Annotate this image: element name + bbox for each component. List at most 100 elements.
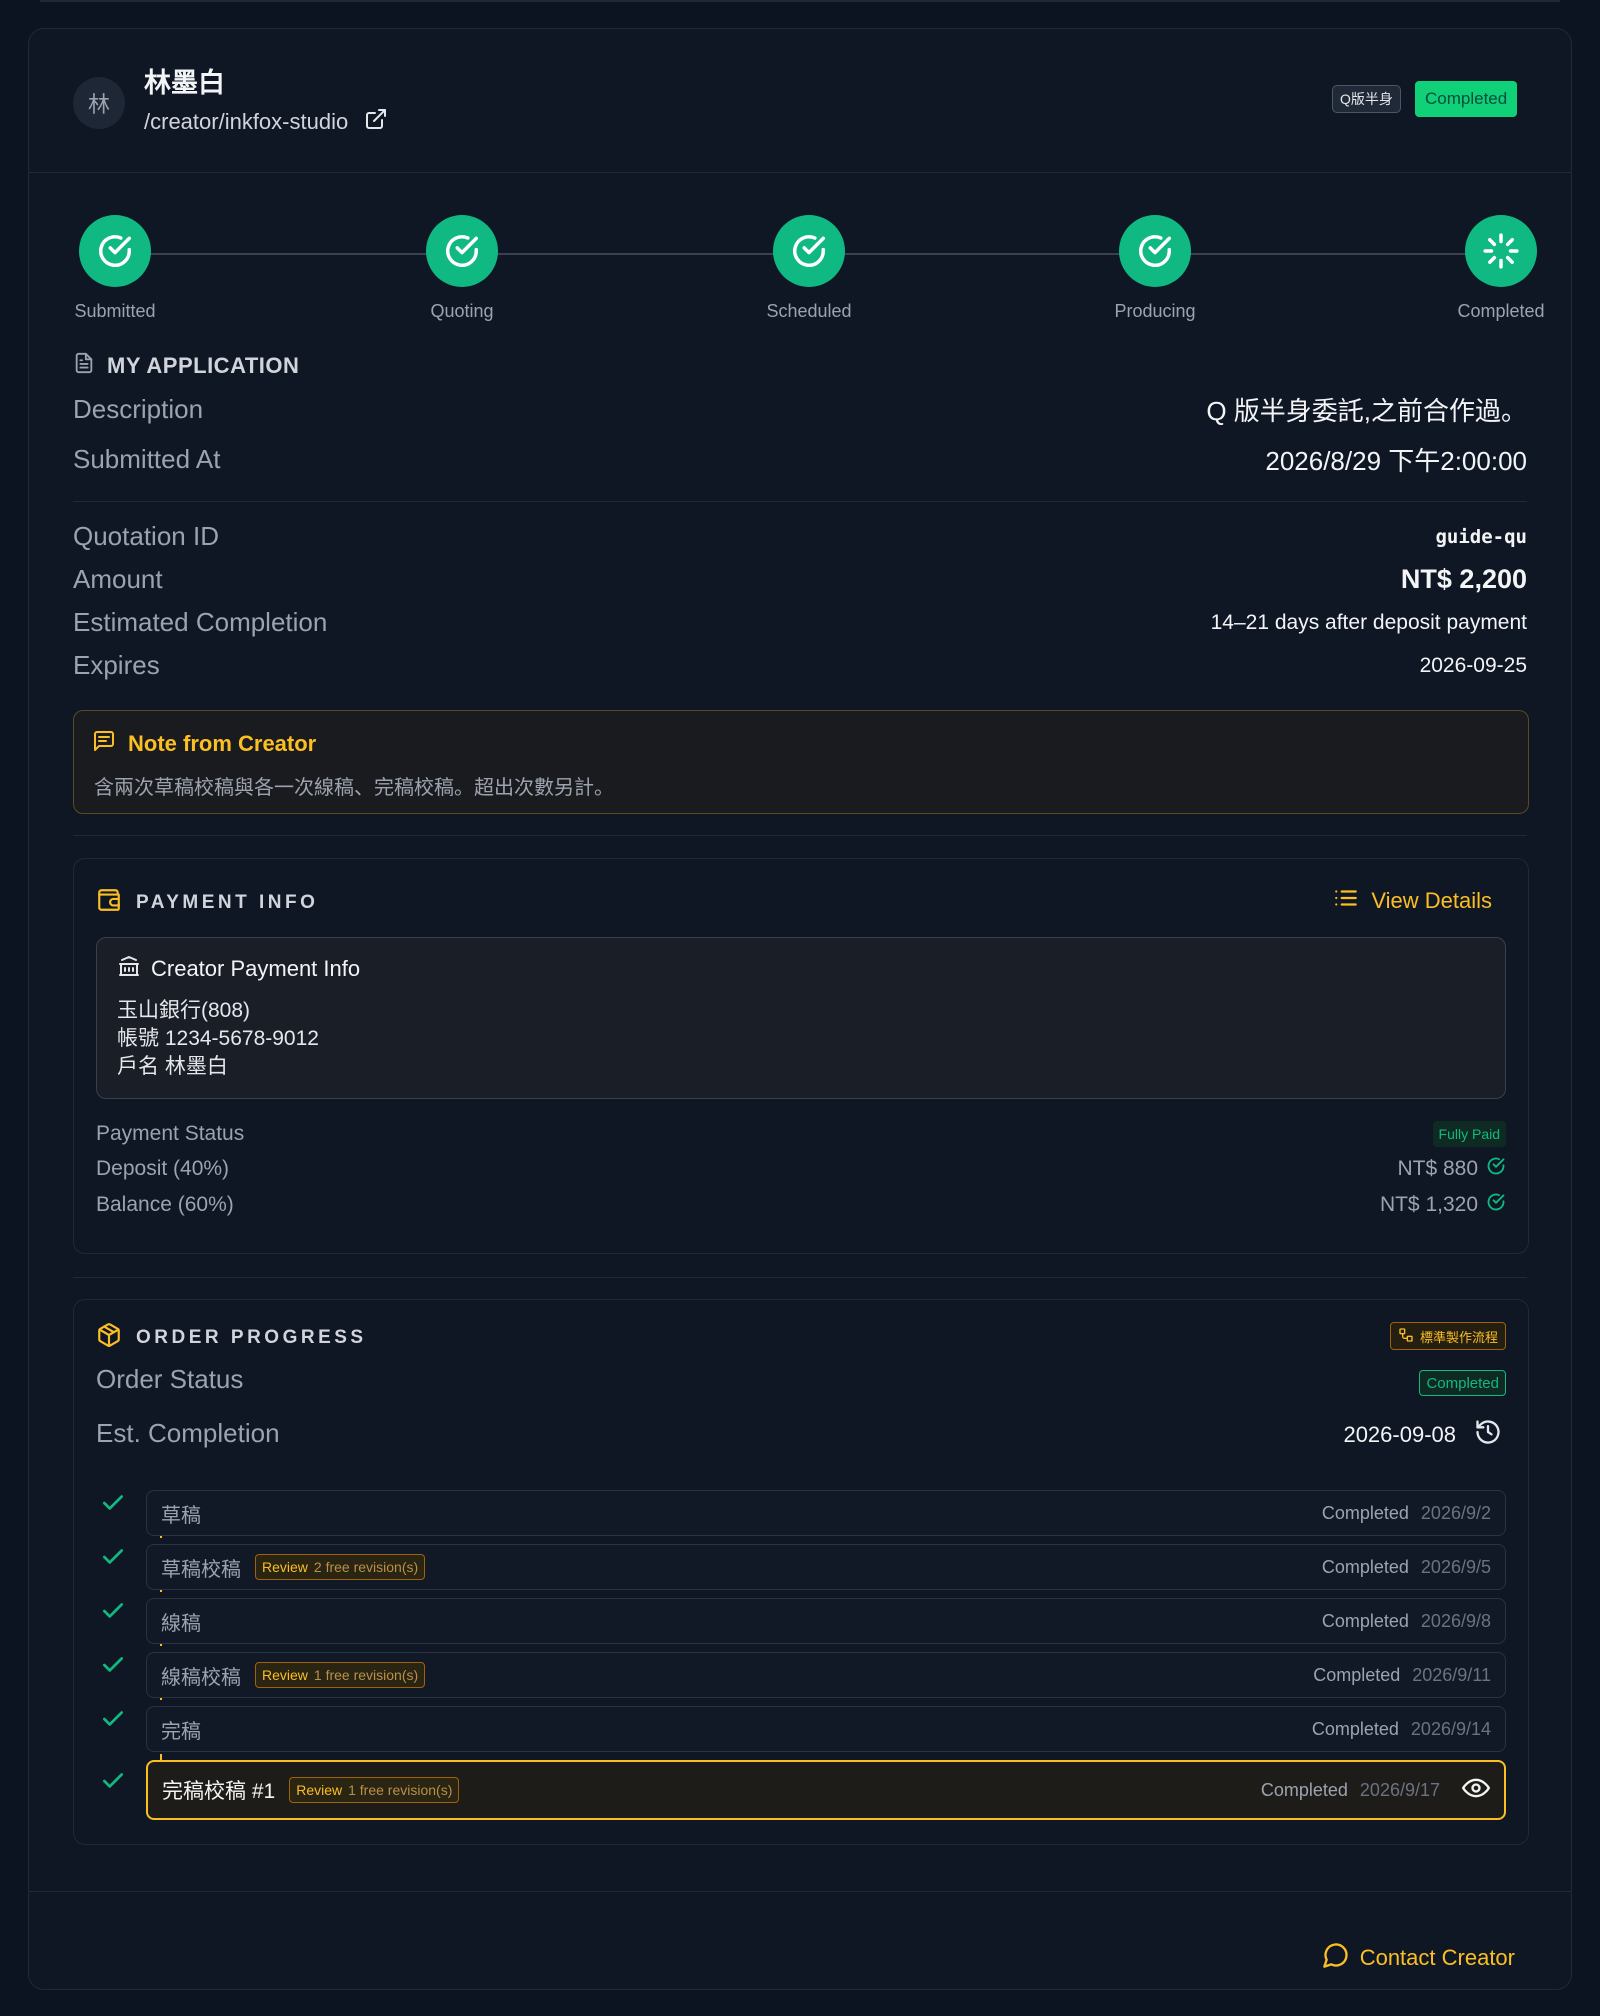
review-pill: Review 1 free revision(s) xyxy=(289,1777,460,1803)
list-icon[interactable] xyxy=(1333,885,1359,917)
commission-card: 林 林墨白 /creator/inkfox-studio Q版半身 Comple… xyxy=(28,28,1572,1990)
payment-title: PAYMENT INFO xyxy=(96,887,318,919)
estimated-value: 14–21 days after deposit payment xyxy=(1210,610,1527,634)
check-icon xyxy=(100,1652,126,1683)
step-quoting: Quoting xyxy=(382,215,542,322)
step-completed: Completed xyxy=(1421,215,1571,322)
milestone-date: 2026/9/17 xyxy=(1359,1779,1440,1800)
check-circle-icon xyxy=(79,215,151,287)
check-circle-icon xyxy=(426,215,498,287)
milestone-status-group: Completed 2026/9/17 xyxy=(1261,1774,1490,1807)
balance-value: NT$ 1,320 xyxy=(1379,1193,1478,1216)
est-completion-row: Est. Completion xyxy=(96,1418,280,1449)
note-title-text: Note from Creator xyxy=(128,731,317,756)
estimated-label: Estimated Completion xyxy=(73,607,328,637)
amount-label: Amount xyxy=(73,564,163,594)
check-icon xyxy=(100,1706,126,1737)
quotation-id-row: Quotation ID guide-qu xyxy=(73,521,1527,552)
revision-count: 1 free revision(s) xyxy=(313,1667,419,1683)
chat-bubble-icon[interactable] xyxy=(1322,1941,1350,1975)
divider xyxy=(73,835,1527,836)
quotation-id-label: Quotation ID xyxy=(73,521,219,551)
quotation-id-value: guide-qu xyxy=(1435,525,1527,548)
payment-title-text: PAYMENT INFO xyxy=(136,892,319,913)
avatar: 林 xyxy=(73,77,125,129)
bank-name: 玉山銀行(808) xyxy=(117,999,251,1022)
milestone-row[interactable]: 線稿 Completed 2026/9/8 xyxy=(146,1598,1506,1644)
est-completion-value-group: 2026-09-08 xyxy=(1343,1418,1502,1452)
description-label: Description xyxy=(73,394,204,424)
balance-amount: NT$ 1,320 xyxy=(1380,1192,1506,1218)
milestone-date: 2026/9/11 xyxy=(1412,1664,1491,1685)
view-details-button[interactable]: View Details xyxy=(1333,885,1492,917)
milestone-row[interactable]: 完稿 Completed 2026/9/14 xyxy=(146,1706,1506,1752)
milestone-status-group: Completed 2026/9/8 xyxy=(1322,1611,1491,1632)
note-title: Note from Creator xyxy=(92,729,316,759)
est-completion-label: Est. Completion xyxy=(96,1418,280,1448)
order-status-row: Order Status xyxy=(96,1364,243,1395)
step-scheduled: Scheduled xyxy=(729,215,889,322)
history-icon[interactable] xyxy=(1474,1418,1502,1452)
step-submitted: Submitted xyxy=(35,215,195,322)
review-label: Review xyxy=(262,1559,308,1575)
milestone-status: Completed xyxy=(1321,1610,1409,1631)
check-icon xyxy=(100,1768,126,1799)
milestone-status: Completed xyxy=(1313,1664,1401,1685)
milestone-name: 草稿 xyxy=(161,1504,201,1527)
milestone-name: 線稿校稿 xyxy=(161,1666,241,1689)
step-producing: Producing xyxy=(1075,215,1235,322)
description-value: Q 版半身委託,之前合作過。 xyxy=(1206,396,1527,426)
milestone-date: 2026/9/2 xyxy=(1420,1502,1491,1523)
description-row: Description Q 版半身委託,之前合作過。 xyxy=(73,391,1527,428)
document-icon xyxy=(73,351,95,381)
payment-panel: PAYMENT INFO View Details Creator Paymen… xyxy=(73,858,1529,1254)
payment-status-label: Payment Status xyxy=(96,1122,245,1145)
step-label: Quoting xyxy=(430,301,494,321)
view-details-label[interactable]: View Details xyxy=(1371,888,1492,914)
top-divider xyxy=(40,0,1560,2)
order-status-label: Order Status xyxy=(96,1364,244,1394)
milestone-status-group: Completed 2026/9/14 xyxy=(1312,1719,1491,1740)
contact-creator-button[interactable]: Contact Creator xyxy=(1322,1941,1515,1975)
step-label: Submitted xyxy=(74,301,156,321)
milestone-name-group: 線稿 xyxy=(161,1607,201,1636)
creator-path[interactable]: /creator/inkfox-studio xyxy=(144,109,348,135)
milestone-name: 草稿校稿 xyxy=(161,1558,241,1581)
milestone-status: Completed xyxy=(1311,1718,1399,1739)
application-section-title: MY APPLICATION xyxy=(73,351,299,381)
review-label: Review xyxy=(296,1782,343,1798)
contact-creator-label[interactable]: Contact Creator xyxy=(1360,1945,1515,1971)
milestone-name-group: 草稿校稿 Review 2 free revision(s) xyxy=(161,1553,426,1582)
review-label: Review xyxy=(262,1667,308,1683)
spinner-icon xyxy=(1465,215,1537,287)
order-title: ORDER PROGRESS xyxy=(96,1322,367,1354)
milestone-status-group: Completed 2026/9/5 xyxy=(1322,1557,1491,1578)
deposit-value: NT$ 880 xyxy=(1397,1157,1478,1180)
divider xyxy=(73,1277,1527,1278)
submitted-value: 2026/8/29 下午2:00:00 xyxy=(1265,446,1527,476)
creator-link[interactable]: /creator/inkfox-studio xyxy=(144,107,388,137)
deposit-row: Deposit (40%) NT$ 880 xyxy=(96,1156,1506,1182)
payment-status-row: Payment Status Fully Paid xyxy=(96,1121,1506,1147)
milestone-row[interactable]: 草稿校稿 Review 2 free revision(s) Completed… xyxy=(146,1544,1506,1590)
check-circle-icon xyxy=(1119,215,1191,287)
milestone-row[interactable]: 草稿 Completed 2026/9/2 xyxy=(146,1490,1506,1536)
deposit-amount: NT$ 880 xyxy=(1397,1156,1506,1182)
balance-row: Balance (60%) NT$ 1,320 xyxy=(96,1192,1506,1218)
commission-type-tag: Q版半身 xyxy=(1332,85,1401,113)
milestone-row-active[interactable]: 完稿校稿 #1 Review 1 free revision(s) Comple… xyxy=(146,1760,1506,1820)
step-label: Completed xyxy=(1457,301,1545,321)
milestone-row[interactable]: 線稿校稿 Review 1 free revision(s) Completed… xyxy=(146,1652,1506,1698)
eye-icon[interactable] xyxy=(1462,1774,1490,1807)
milestone-date: 2026/9/8 xyxy=(1420,1610,1491,1631)
workflow-tag-text: 標準製作流程 xyxy=(1419,1329,1498,1345)
order-title-text: ORDER PROGRESS xyxy=(136,1327,367,1348)
external-link-icon[interactable] xyxy=(364,107,388,137)
check-icon xyxy=(100,1544,126,1575)
expires-row: Expires 2026-09-25 xyxy=(73,650,1527,681)
creator-payment-info-box: Creator Payment Info 玉山銀行(808) 帳號 1234-5… xyxy=(96,937,1506,1099)
divider xyxy=(73,501,1527,502)
check-icon xyxy=(100,1598,126,1629)
milestone-name-group: 完稿 xyxy=(161,1715,201,1744)
step-label: Producing xyxy=(1114,301,1196,321)
